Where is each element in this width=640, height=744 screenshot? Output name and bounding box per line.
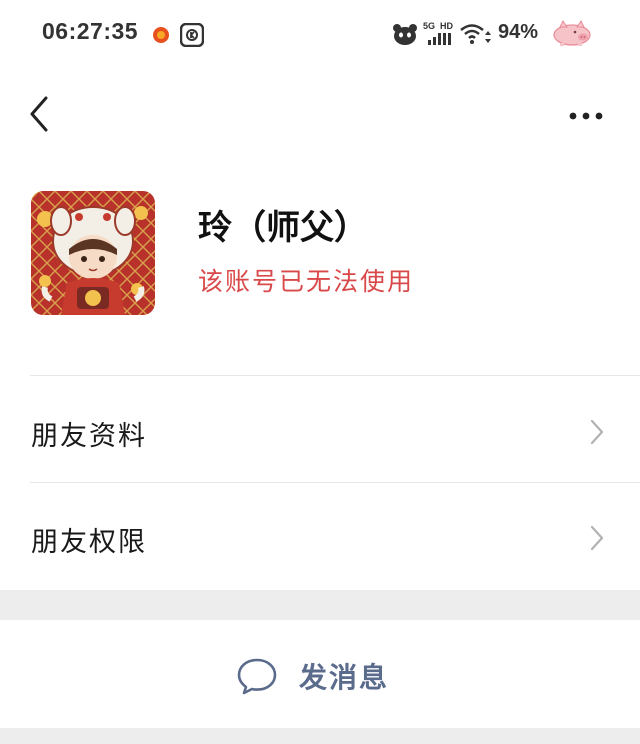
back-button[interactable] (22, 94, 58, 134)
menu-item-label: 朋友权限 (31, 527, 147, 558)
chevron-left-icon (30, 96, 48, 132)
chat-bubble-icon (235, 656, 279, 696)
app-k-icon (179, 22, 205, 51)
send-message-label: 发消息 (299, 661, 390, 694)
chevron-right-icon (588, 524, 606, 556)
chevron-right-icon (588, 418, 606, 450)
notification-orange-icon (152, 26, 170, 48)
network-hd-label: HD (440, 21, 453, 31)
menu-item-friend-info[interactable]: 朋友资料 (0, 378, 640, 484)
more-dots-icon (569, 112, 603, 120)
status-bar: 06:27:35 5G HD 94% (0, 0, 640, 66)
section-separator (0, 590, 640, 620)
send-message-button[interactable]: 发消息 (235, 654, 389, 698)
profile-name: 玲（师父） (198, 208, 368, 248)
nav-bar (0, 66, 640, 166)
network-5g-label: 5G (423, 21, 435, 31)
menu-item-friend-permissions[interactable]: 朋友权限 (0, 484, 640, 590)
avatar[interactable] (31, 191, 155, 315)
battery-level: 94% (498, 21, 539, 43)
wifi-icon (459, 22, 495, 50)
divider (30, 482, 640, 483)
more-button[interactable] (566, 106, 606, 126)
lion-dance-avatar (31, 191, 155, 315)
panda-icon (392, 22, 418, 50)
status-time: 06:27:35 (42, 18, 139, 44)
menu-item-label: 朋友资料 (31, 421, 147, 452)
divider (30, 375, 640, 376)
pig-icon (550, 19, 594, 51)
bottom-band (0, 728, 640, 744)
signal-icon: 5G HD (422, 20, 456, 52)
account-status: 该账号已无法使用 (198, 267, 415, 296)
send-message-area: 发消息 (0, 620, 640, 728)
